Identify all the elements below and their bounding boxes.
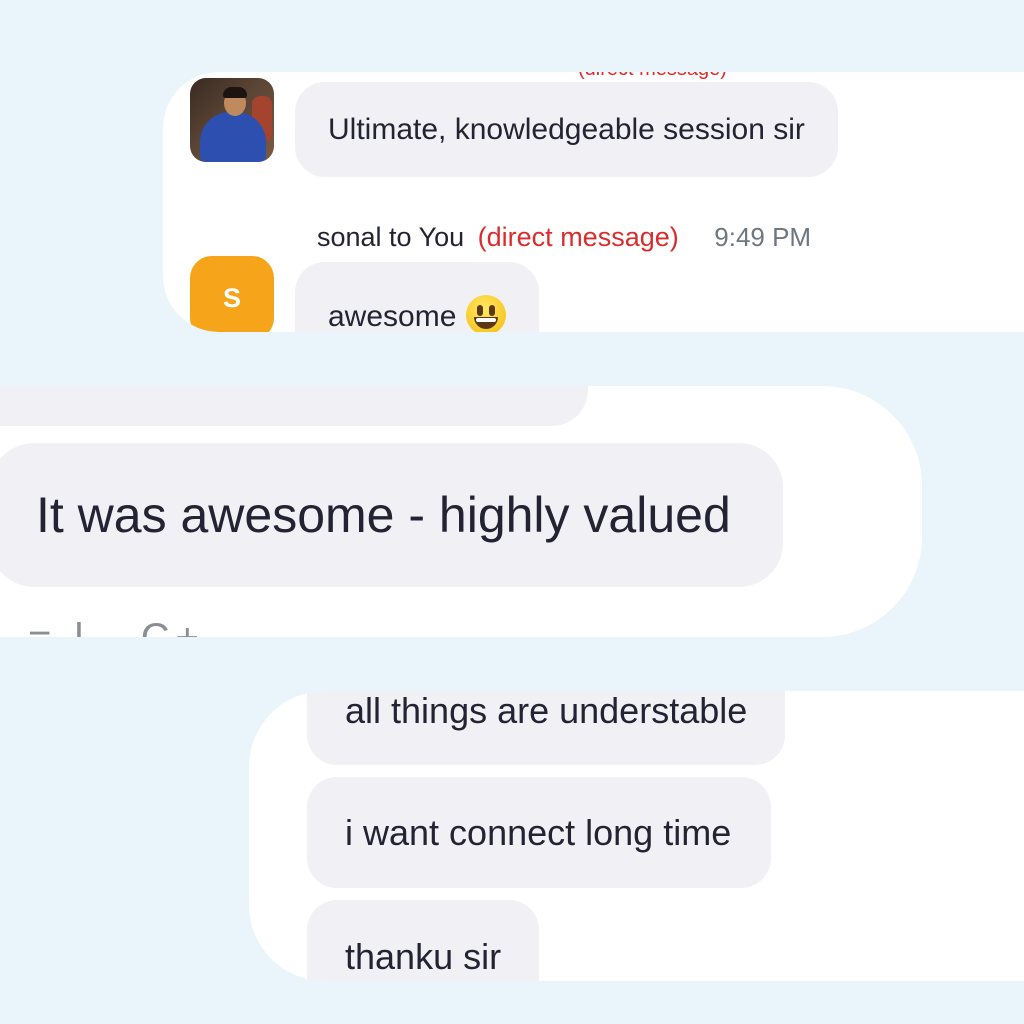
person-hair-shape [223,87,247,98]
message-bubble[interactable]: all things are understable [307,691,786,765]
person-shirt-shape [200,112,266,162]
message-bubble[interactable]: i want connect long time [307,777,772,888]
message-bubble[interactable]: It was awesome - highly valued [0,443,783,587]
cut-off-text: = l.. C+ [28,616,205,637]
chat-snippet-bottom: all things are understable i want connec… [249,691,1024,981]
message-bubble[interactable]: awesome [295,262,540,332]
message-text: awesome [328,300,457,332]
grinning-face-emoji-icon [466,295,507,332]
cut-off-direct-message-label: (direct message) [578,72,727,81]
message-timestamp: 9:49 PM [714,222,812,252]
message-bubble[interactable]: thanku sir [307,900,540,981]
previous-message-bubble[interactable] [0,386,588,426]
sender-name: sonal to You [317,222,465,252]
avatar-initial[interactable]: S [190,256,274,332]
chat-snippet-middle: It was awesome - highly valued = l.. C+ [0,386,922,637]
message-meta: sonal to You (direct message) 9:49 PM [317,222,811,253]
direct-message-tag: (direct message) [477,222,679,252]
chat-snippet-top: (direct message) Ultimate, knowledgeable… [163,72,1024,332]
avatar-photo[interactable] [190,78,274,162]
message-bubble[interactable]: Ultimate, knowledgeable session sir [295,82,838,177]
